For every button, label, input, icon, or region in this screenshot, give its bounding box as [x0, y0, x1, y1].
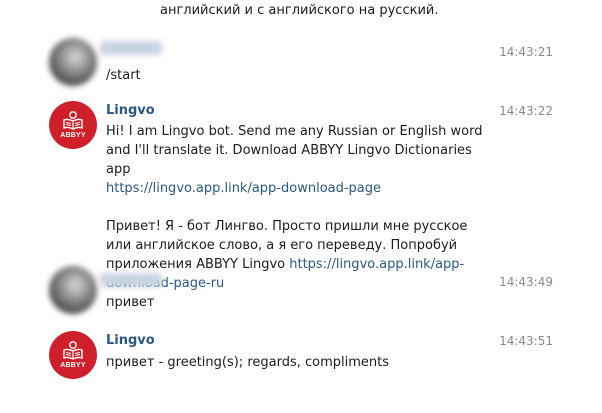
abbyy-book-logo-icon: [63, 111, 83, 130]
app-download-link[interactable]: https://lingvo.app.link/app-download-pag…: [106, 181, 381, 196]
sender-name[interactable]: Lingvo: [106, 103, 155, 118]
message-text: Hi! I am Lingvo bot. Send me any Russian…: [106, 122, 486, 293]
message-text: /start: [106, 68, 141, 83]
bot-avatar[interactable]: ABBYY: [49, 331, 97, 379]
abbyy-label: ABBYY: [60, 362, 86, 369]
message-text: привет - greeting(s); regards, complimen…: [106, 355, 390, 370]
message-time: 14:43:51: [499, 334, 553, 348]
message-time: 14:43:21: [499, 45, 553, 59]
user-name-blurred[interactable]: [100, 273, 162, 287]
previous-message-text: английский и с английского на русский.: [160, 3, 439, 18]
message-text: привет: [106, 295, 155, 310]
abbyy-label: ABBYY: [60, 132, 86, 139]
chat-history: английский и с английского на русский. 1…: [0, 0, 602, 413]
sender-name[interactable]: Lingvo: [106, 333, 155, 348]
message-text-en: Hi! I am Lingvo bot. Send me any Russian…: [106, 124, 483, 177]
user-avatar[interactable]: [49, 266, 97, 314]
bot-avatar[interactable]: ABBYY: [49, 101, 97, 149]
message-time: 14:43:22: [499, 104, 553, 118]
user-name-blurred[interactable]: [100, 41, 162, 55]
user-avatar[interactable]: [49, 38, 97, 86]
abbyy-book-logo-icon: [63, 341, 83, 360]
message-time: 14:43:49: [499, 275, 553, 289]
